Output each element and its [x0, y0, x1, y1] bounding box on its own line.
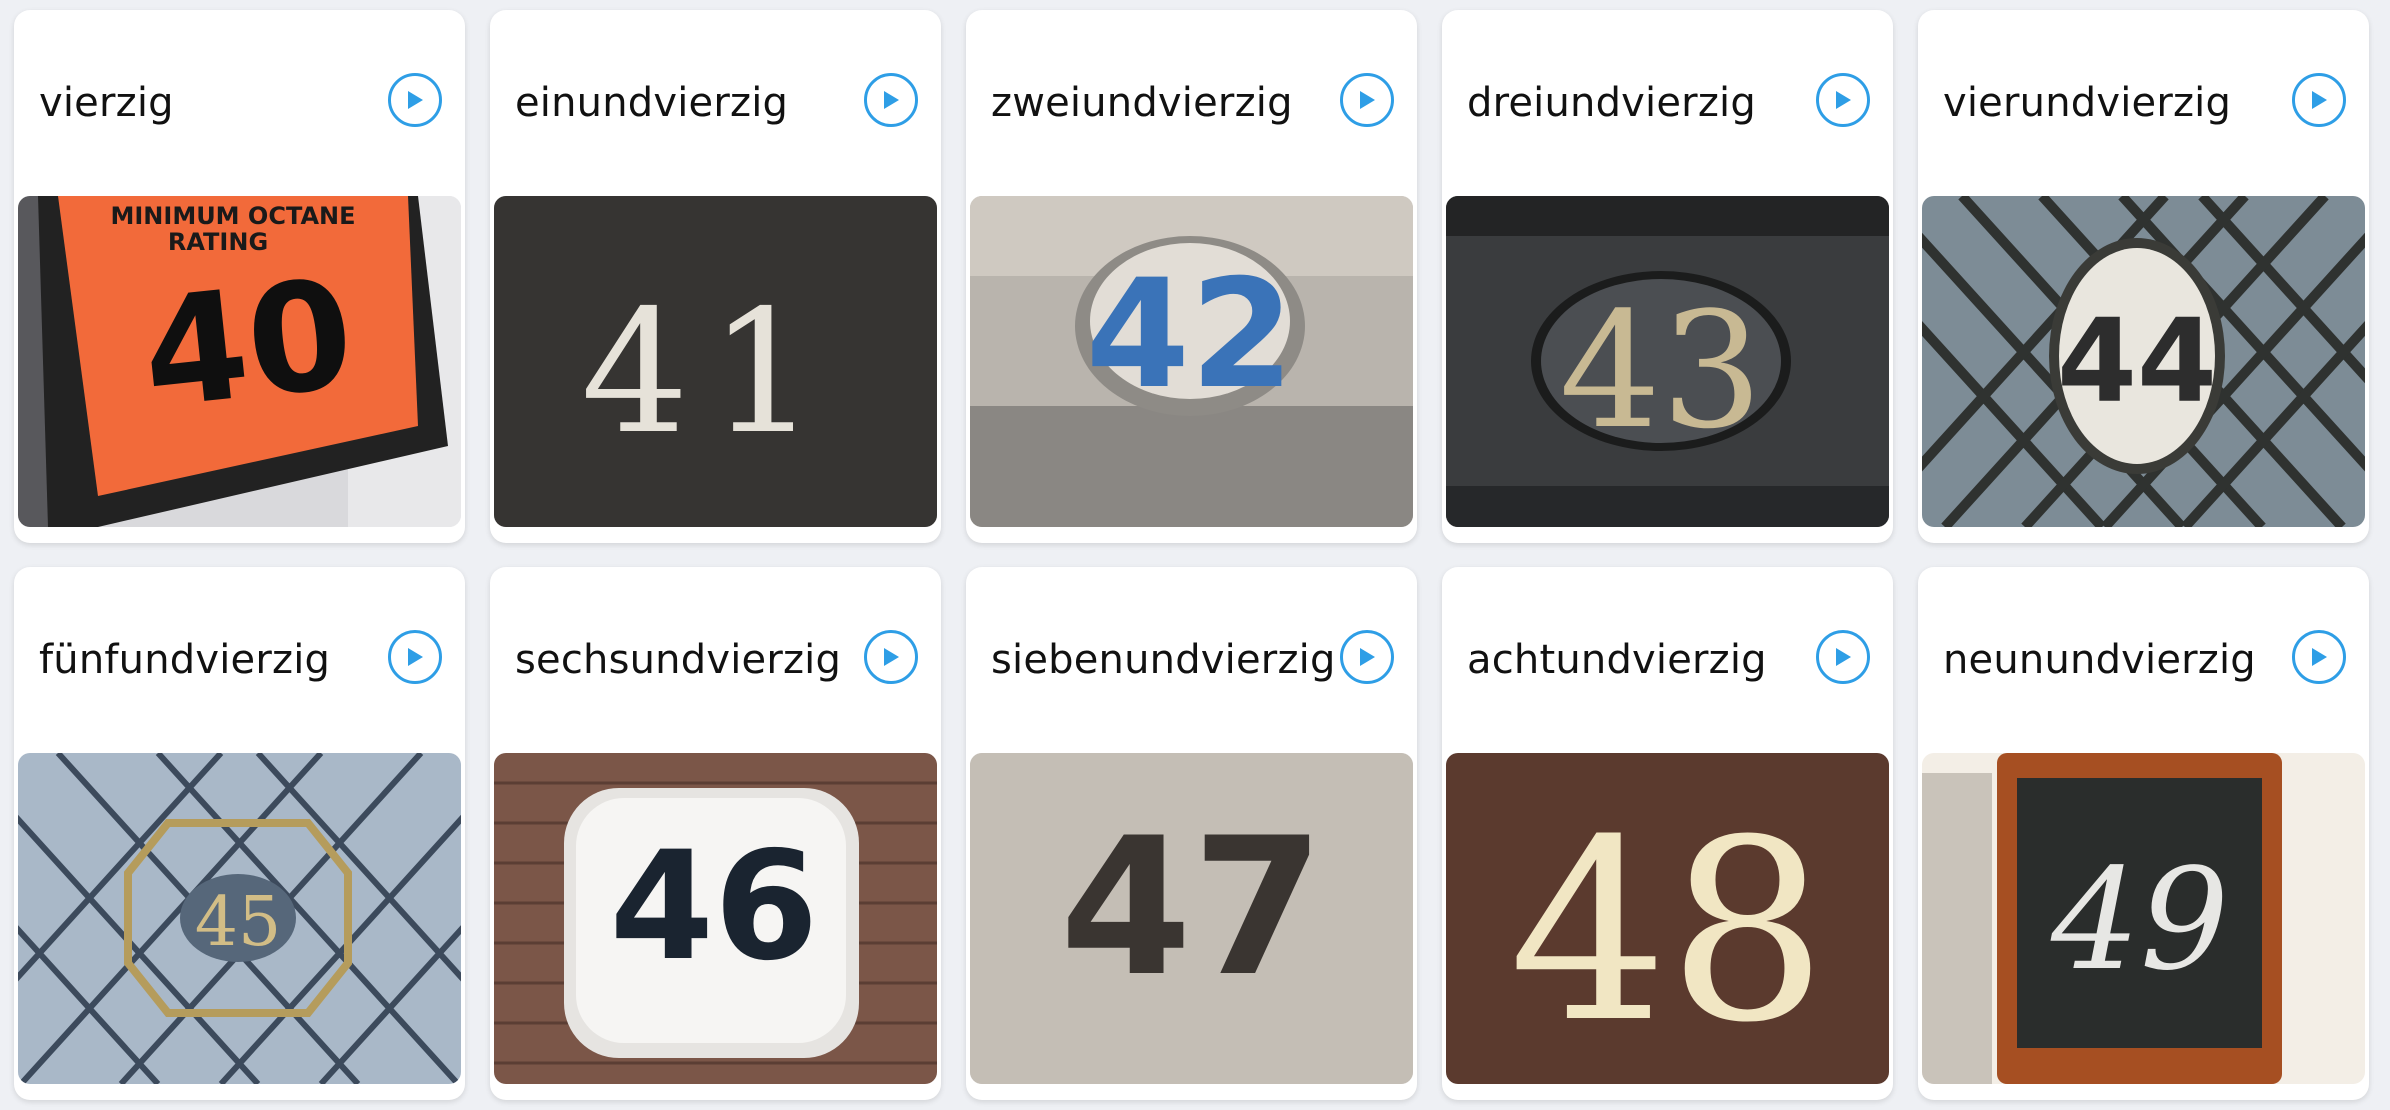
number-photo-46: 46	[494, 753, 937, 1084]
play-icon	[2312, 648, 2327, 666]
number-photo-43: 43	[1446, 196, 1889, 527]
play-icon	[1836, 91, 1851, 109]
number-card-46[interactable]: sechsundvierzig 46	[490, 567, 941, 1100]
number-photo-47: 47	[970, 753, 1413, 1084]
play-audio-button[interactable]	[388, 630, 442, 684]
play-audio-button[interactable]	[864, 73, 918, 127]
number-cards-grid: vierzig MINIMUM OCTANE RATING 40 einundv…	[0, 0, 2390, 1110]
number-word: achtundvierzig	[1467, 637, 1767, 683]
photo-number: 47	[1060, 797, 1324, 1018]
photo-number: 46	[610, 820, 819, 994]
number-photo-49: 49	[1922, 753, 2365, 1084]
play-icon	[884, 91, 899, 109]
number-word: sechsundvierzig	[515, 637, 842, 683]
sign-text-line1: MINIMUM OCTANE	[110, 202, 355, 230]
photo-number: 42	[1086, 248, 1295, 422]
number-word: vierzig	[39, 80, 174, 126]
number-word: fünfundvierzig	[39, 637, 331, 683]
photo-number: 43	[1559, 277, 1763, 464]
play-audio-button[interactable]	[388, 73, 442, 127]
number-photo-41: 41	[494, 196, 937, 527]
number-card-40[interactable]: vierzig MINIMUM OCTANE RATING 40	[14, 10, 465, 543]
play-icon	[2312, 91, 2327, 109]
sign-text-line2: RATING	[168, 228, 268, 256]
number-word: neunundvierzig	[1943, 637, 2256, 683]
number-word: zweiundvierzig	[991, 80, 1293, 126]
photo-number: 49	[2050, 839, 2229, 1002]
play-audio-button[interactable]	[2292, 73, 2346, 127]
number-word: einundvierzig	[515, 80, 789, 126]
number-photo-40: MINIMUM OCTANE RATING 40	[18, 196, 461, 527]
photo-number: 40	[135, 248, 361, 443]
play-icon	[1360, 648, 1375, 666]
number-word: siebenundvierzig	[991, 637, 1336, 683]
photo-number: 41	[581, 274, 837, 472]
play-icon	[408, 91, 423, 109]
number-card-43[interactable]: dreiundvierzig 43	[1442, 10, 1893, 543]
number-photo-44: 44	[1922, 196, 2365, 527]
number-card-42[interactable]: zweiundvierzig 42	[966, 10, 1417, 543]
play-icon	[884, 648, 899, 666]
play-audio-button[interactable]	[864, 630, 918, 684]
play-audio-button[interactable]	[1816, 73, 1870, 127]
number-card-47[interactable]: siebenundvierzig 47	[966, 567, 1417, 1100]
number-photo-48: 48	[1446, 753, 1889, 1084]
number-word: dreiundvierzig	[1467, 80, 1756, 126]
photo-number: 45	[195, 883, 282, 962]
number-photo-45: 45	[18, 753, 461, 1084]
play-audio-button[interactable]	[2292, 630, 2346, 684]
play-icon	[1836, 648, 1851, 666]
number-photo-42: 42	[970, 196, 1413, 527]
number-card-45[interactable]: fünfundvierzig 45	[14, 567, 465, 1100]
photo-number: 44	[2057, 295, 2217, 429]
play-audio-button[interactable]	[1340, 73, 1394, 127]
photo-number: 48	[1509, 786, 1827, 1077]
number-card-44[interactable]: vierundvierzig 44	[1918, 10, 2369, 543]
play-audio-button[interactable]	[1816, 630, 1870, 684]
play-icon	[408, 648, 423, 666]
number-card-49[interactable]: neunundvierzig 49	[1918, 567, 2369, 1100]
play-audio-button[interactable]	[1340, 630, 1394, 684]
number-card-48[interactable]: achtundvierzig 48	[1442, 567, 1893, 1100]
number-card-41[interactable]: einundvierzig 41	[490, 10, 941, 543]
number-word: vierundvierzig	[1943, 80, 2232, 126]
play-icon	[1360, 91, 1375, 109]
